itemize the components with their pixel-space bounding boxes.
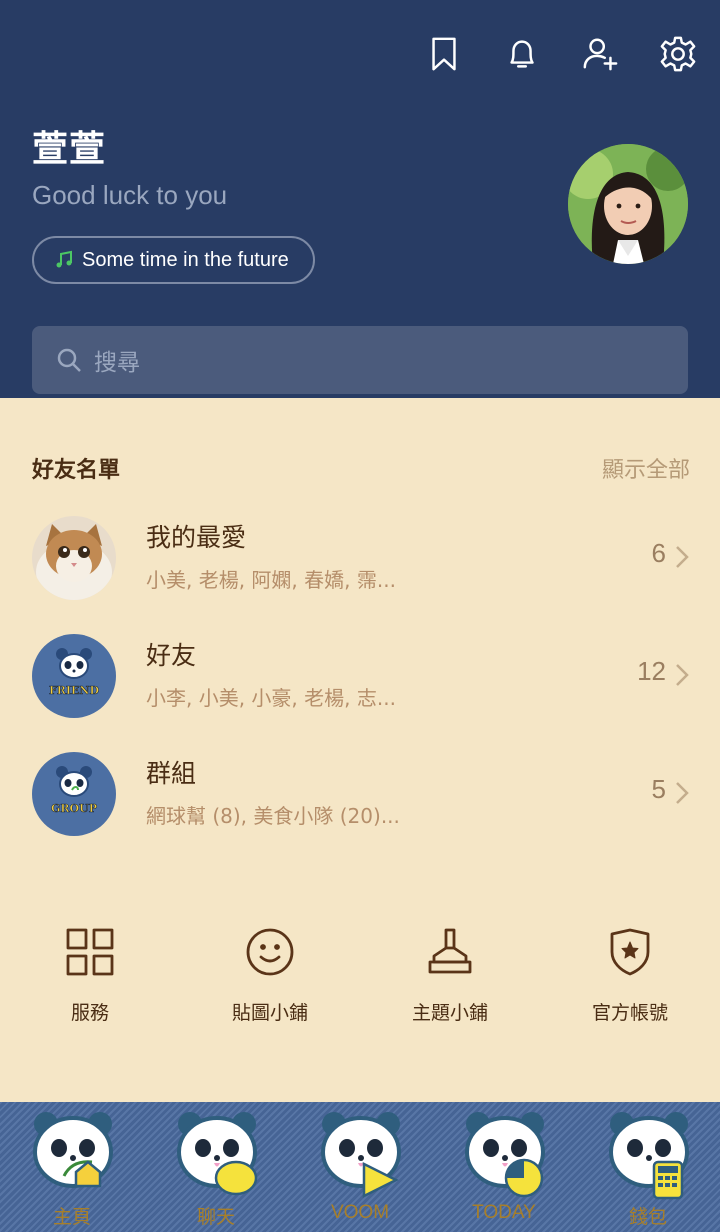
voom-icon xyxy=(321,1112,401,1199)
list-item-groups[interactable]: GROUP 群組 網球幫 (8), 美食小隊 (20)... 5 xyxy=(0,752,720,862)
bell-icon[interactable] xyxy=(502,30,542,78)
shortcut-official-accounts-label: 官方帳號 xyxy=(591,1002,668,1024)
nav-home-label: 主頁 xyxy=(52,1207,91,1228)
gear-icon[interactable] xyxy=(658,30,698,78)
groups-avatar: GROUP xyxy=(32,752,116,836)
smiley-icon xyxy=(246,928,294,976)
shortcut-official-accounts[interactable]: 官方帳號 xyxy=(540,926,720,1025)
nav-today[interactable]: TODAY xyxy=(432,1102,576,1232)
music-note-icon xyxy=(56,250,72,268)
groups-title: 群組 xyxy=(146,759,197,788)
profile-avatar[interactable] xyxy=(568,144,688,264)
nav-chat-label: 聊天 xyxy=(196,1207,235,1228)
chevron-right-icon xyxy=(674,780,690,806)
shortcut-bar: 服務 貼圖小鋪 主題小鋪 官方帳號 xyxy=(0,926,720,1025)
groups-count: 5 xyxy=(651,774,666,804)
friends-title: 好友 xyxy=(146,641,197,670)
groups-members: 網球幫 (8), 美食小隊 (20)... xyxy=(146,804,400,828)
friends-count: 12 xyxy=(637,656,666,686)
chevron-right-icon xyxy=(674,662,690,688)
favorites-count: 6 xyxy=(651,538,666,568)
favorites-avatar xyxy=(32,516,116,600)
nav-wallet[interactable]: 錢包 xyxy=(576,1102,720,1232)
list-item-favorites[interactable]: 我的最愛 小美, 老楊, 阿嫻, 春嬌, 霈... 6 xyxy=(0,516,720,626)
profile-music-button[interactable]: Some time in the future xyxy=(32,236,315,284)
add-friend-icon[interactable] xyxy=(580,30,620,78)
favorites-members: 小美, 老楊, 阿嫻, 春嬌, 霈... xyxy=(146,568,396,592)
nav-chat[interactable]: 聊天 xyxy=(144,1102,288,1232)
show-all-link[interactable]: 顯示全部 xyxy=(602,452,690,484)
music-title: Some time in the future xyxy=(82,248,289,271)
shortcut-services[interactable]: 服務 xyxy=(0,926,180,1025)
groups-badge-text: GROUP xyxy=(51,802,97,815)
search-icon xyxy=(57,348,81,372)
chat-icon xyxy=(177,1112,258,1196)
brush-icon xyxy=(428,928,472,974)
nav-voom-label: VOOM xyxy=(330,1202,390,1223)
grid-icon xyxy=(66,928,114,976)
friends-section-title: 好友名單 xyxy=(32,458,121,483)
bottom-nav: 主頁 聊天 VOOM TODAY 錢包 xyxy=(0,1102,720,1232)
today-icon xyxy=(465,1112,545,1198)
wallet-icon xyxy=(609,1112,689,1200)
search-placeholder: 搜尋 xyxy=(94,350,140,376)
shortcut-sticker-shop-label: 貼圖小鋪 xyxy=(231,1002,308,1024)
home-icon xyxy=(33,1112,113,1188)
bookmark-icon[interactable] xyxy=(424,30,464,78)
shield-star-icon xyxy=(610,928,650,976)
list-item-friends[interactable]: FRIEND 好友 小李, 小美, 小豪, 老楊, 志... 12 xyxy=(0,634,720,744)
status-message[interactable]: Good luck to you xyxy=(32,180,227,211)
shortcut-services-label: 服務 xyxy=(70,1002,109,1024)
search-bar[interactable]: 搜尋 xyxy=(32,326,688,394)
shortcut-theme-shop[interactable]: 主題小鋪 xyxy=(360,926,540,1025)
friends-members: 小李, 小美, 小豪, 老楊, 志... xyxy=(146,686,396,710)
header-actions xyxy=(424,30,698,78)
profile-header: 萱萱 Good luck to you Some time in the fut… xyxy=(0,0,720,398)
chevron-right-icon xyxy=(674,544,690,570)
nav-today-label: TODAY xyxy=(472,1202,536,1223)
shortcut-theme-shop-label: 主題小鋪 xyxy=(411,1002,488,1024)
friends-avatar: FRIEND xyxy=(32,634,116,718)
favorites-title: 我的最愛 xyxy=(146,523,247,552)
friends-badge-text: FRIEND xyxy=(49,684,100,697)
nav-home[interactable]: 主頁 xyxy=(0,1102,144,1232)
nav-voom[interactable]: VOOM xyxy=(288,1102,432,1232)
shortcut-sticker-shop[interactable]: 貼圖小鋪 xyxy=(180,926,360,1025)
nav-wallet-label: 錢包 xyxy=(628,1207,667,1228)
profile-name[interactable]: 萱萱 xyxy=(32,120,106,172)
